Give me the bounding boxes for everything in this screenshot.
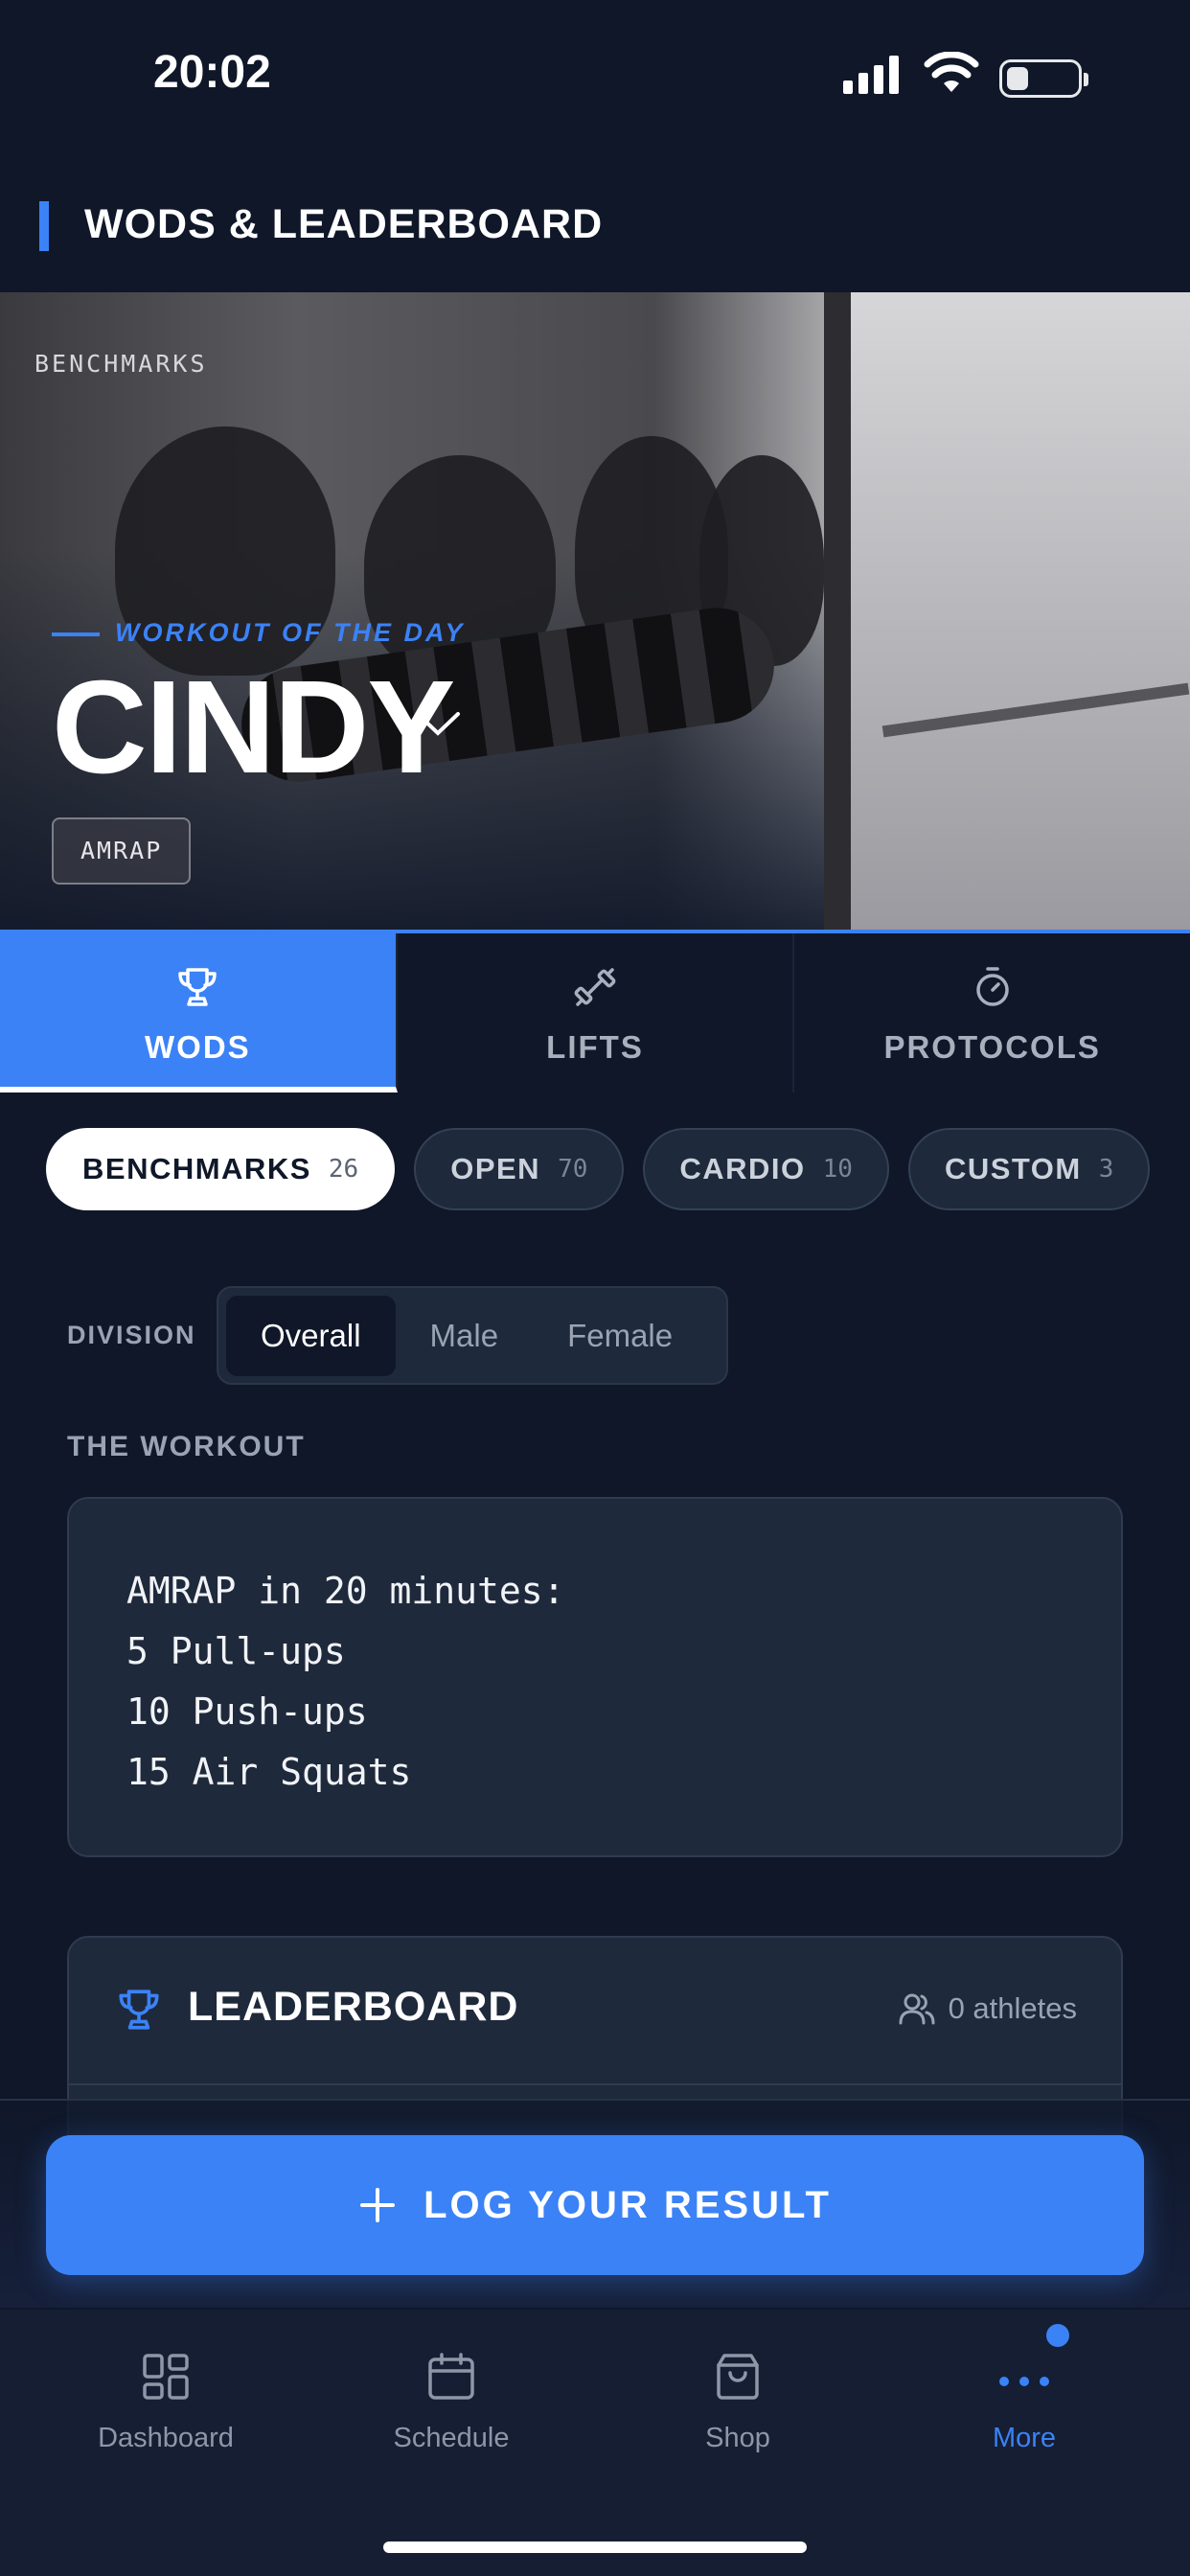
filter-label: CUSTOM [944,1152,1082,1185]
tab-protocols[interactable]: PROTOCOLS [794,933,1190,1092]
page-title: WODS & LEADERBOARD [84,201,604,247]
dashboard-icon [143,2354,189,2400]
division-selector: Overall Male Female [217,1286,728,1385]
log-result-button[interactable]: LOG YOUR RESULT [46,2135,1144,2275]
filter-label: BENCHMARKS [82,1152,311,1185]
athlete-count: 0 athletes [899,1991,1077,2026]
divider [69,2083,1121,2085]
home-indicator [383,2542,807,2553]
hero-background-wall [824,292,1190,930]
filter-count: 3 [1098,1155,1114,1184]
dumbbell-icon [574,968,616,1006]
breadcrumb[interactable]: BENCHMARKS [34,350,208,378]
header-accent-bar [39,201,49,251]
hero-background-pillar [824,292,851,930]
category-tabs: WODS LIFTS PROTOCOLS [0,930,1190,1092]
wod-label-line [52,632,100,636]
tab-lifts[interactable]: LIFTS [398,933,795,1092]
nav-label: Shop [705,2423,770,2453]
filter-label: CARDIO [679,1152,806,1185]
filter-count: 26 [328,1155,359,1184]
nav-schedule[interactable]: Schedule [336,2338,566,2454]
division-option-overall[interactable]: Overall [226,1295,396,1376]
wod-type-chip: AMRAP [52,817,192,885]
division-option-male[interactable]: Male [396,1296,534,1376]
wod-label: WORKOUT OF THE DAY [115,618,466,647]
nav-shop[interactable]: Shop [623,2338,853,2454]
nav-more[interactable]: More [909,2338,1139,2454]
bottom-nav: Dashboard Schedule Shop More [0,2310,1190,2576]
wifi-icon [924,52,979,92]
workout-line: 15 Air Squats [126,1751,412,1793]
status-bar: 20:02 [0,0,1190,153]
athlete-count-text: 0 athletes [948,1991,1077,2025]
calendar-icon [428,2353,474,2400]
log-result-label: LOG YOUR RESULT [423,2183,832,2226]
nav-dashboard[interactable]: Dashboard [51,2338,281,2454]
status-time: 20:02 [153,47,271,98]
workout-line: 5 Pull-ups [126,1630,346,1672]
division-label: DIVISION [67,1321,196,1349]
nav-label: Dashboard [98,2423,234,2453]
workout-line: AMRAP in 20 minutes: [126,1570,565,1612]
nav-label: Schedule [393,2423,510,2453]
nav-label: More [992,2423,1057,2453]
wod-title[interactable]: CINDY [52,661,455,794]
filter-count: 10 [822,1155,853,1184]
trophy-icon [119,1990,159,2030]
notification-dot [1046,2324,1069,2347]
filter-benchmarks[interactable]: BENCHMARKS 26 [46,1128,396,1210]
division-option-female[interactable]: Female [533,1296,707,1376]
more-icon [999,2377,1049,2386]
workout-card: AMRAP in 20 minutes: 5 Pull-ups 10 Push-… [67,1497,1123,1857]
filter-pills: BENCHMARKS 26 OPEN 70 CARDIO 10 CUSTOM 3 [46,1128,1151,1210]
tab-label: WODS [145,1029,251,1065]
users-icon [899,1993,935,2025]
wod-hero: BENCHMARKS WORKOUT OF THE DAY CINDY AMRA… [0,292,1190,930]
battery-icon [999,59,1088,98]
plus-icon [360,2188,396,2222]
shopping-bag-icon [717,2354,759,2400]
trophy-icon [178,968,217,1006]
tab-wods[interactable]: WODS [0,933,398,1092]
filter-open[interactable]: OPEN 70 [414,1128,625,1210]
filter-cardio[interactable]: CARDIO 10 [643,1128,889,1210]
filter-custom[interactable]: CUSTOM 3 [907,1128,1151,1210]
chevron-down-icon[interactable] [414,709,462,738]
stopwatch-icon [975,967,1009,1006]
leaderboard-title: LEADERBOARD [188,1984,519,2030]
tab-label: LIFTS [546,1029,644,1065]
signal-icon [843,56,899,94]
page-header: WODS & LEADERBOARD [0,192,1190,259]
workout-label: THE WORKOUT [67,1431,306,1462]
workout-line: 10 Push-ups [126,1690,368,1733]
filter-count: 70 [558,1155,588,1184]
tab-label: PROTOCOLS [883,1029,1101,1065]
filter-label: OPEN [450,1152,541,1185]
